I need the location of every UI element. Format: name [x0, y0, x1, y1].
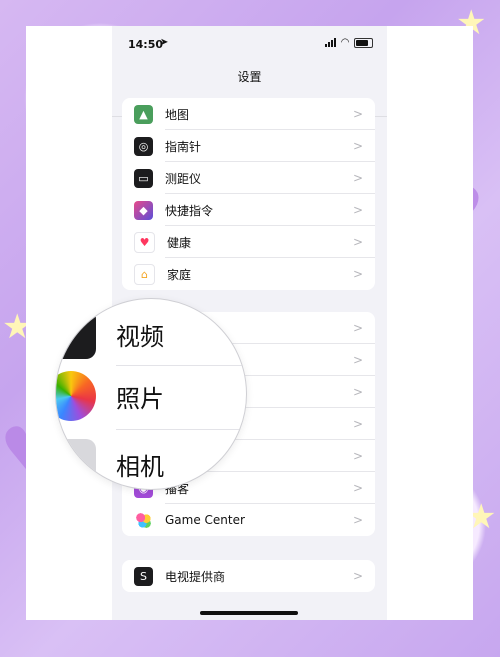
- health-icon: ♥: [134, 231, 155, 253]
- status-bar: 14:50 ➤ ◠: [112, 26, 387, 60]
- settings-row-game-center[interactable]: Game Center >: [122, 504, 375, 536]
- tv-app-icon: [56, 309, 96, 359]
- compass-icon: ◎: [134, 136, 153, 156]
- magnified-label: 视频: [116, 322, 164, 351]
- settings-group-apps: ▲ 地图 > ◎ 指南针 > ▭ 测距仪 > ◆ 快捷指令 > ♥ 健康 > ⌂…: [122, 98, 375, 290]
- maps-icon: ▲: [134, 104, 153, 124]
- tv-provider-icon: S: [134, 566, 153, 586]
- row-label: 测距仪: [165, 171, 202, 186]
- page-title: 设置: [237, 70, 262, 84]
- measure-icon: ▭: [134, 168, 153, 188]
- status-time: 14:50: [128, 38, 164, 51]
- settings-row-tv-provider[interactable]: S 电视提供商 >: [122, 560, 375, 592]
- settings-group-tv-provider: S 电视提供商 >: [122, 560, 375, 592]
- row-label: 家庭: [167, 267, 192, 282]
- chevron-right-icon: >: [352, 449, 363, 463]
- camera-icon: [56, 439, 96, 489]
- chevron-right-icon: >: [352, 321, 363, 335]
- row-label: 健康: [167, 235, 192, 250]
- chevron-right-icon: >: [352, 171, 363, 185]
- chevron-right-icon: >: [352, 385, 363, 399]
- chevron-right-icon: >: [352, 417, 363, 431]
- settings-row-measure[interactable]: ▭ 测距仪 >: [122, 162, 375, 194]
- settings-row-compass[interactable]: ◎ 指南针 >: [122, 130, 375, 162]
- game-center-icon: [134, 510, 153, 530]
- battery-icon: [354, 37, 373, 48]
- photos-icon: [56, 371, 96, 421]
- wifi-icon: ◠: [341, 37, 349, 48]
- chevron-right-icon: >: [352, 139, 363, 153]
- chevron-right-icon: >: [352, 353, 363, 367]
- row-label: 快捷指令: [165, 203, 214, 218]
- settings-row-health[interactable]: ♥ 健康 >: [122, 226, 375, 258]
- settings-row-shortcuts[interactable]: ◆ 快捷指令 >: [122, 194, 375, 226]
- shortcuts-icon: ◆: [134, 200, 153, 220]
- chevron-right-icon: >: [352, 481, 363, 495]
- row-label: Game Center: [165, 513, 245, 527]
- magnified-row-tv: 视频: [56, 309, 246, 359]
- settings-row-home[interactable]: ⌂ 家庭 >: [122, 258, 375, 290]
- home-indicator: [200, 611, 298, 615]
- settings-row-maps[interactable]: ▲ 地图 >: [122, 98, 375, 130]
- chevron-right-icon: >: [352, 569, 363, 583]
- chevron-right-icon: >: [352, 203, 363, 217]
- magnified-row-camera: 相机: [56, 439, 246, 489]
- chevron-right-icon: >: [352, 513, 363, 527]
- location-arrow-icon: ➤: [160, 37, 169, 48]
- row-label: 地图: [165, 107, 190, 122]
- chevron-right-icon: >: [352, 107, 363, 121]
- home-icon: ⌂: [134, 263, 155, 285]
- magnifier-loupe: 视频 照片 相机: [55, 298, 247, 490]
- chevron-right-icon: >: [352, 267, 363, 281]
- row-label: 指南针: [165, 139, 202, 154]
- magnified-label: 照片: [116, 384, 164, 413]
- signal-icon: [325, 38, 337, 47]
- magnified-row-photos: 照片: [56, 371, 246, 421]
- row-label: 电视提供商: [165, 569, 226, 584]
- chevron-right-icon: >: [352, 235, 363, 249]
- magnified-label: 相机: [116, 452, 164, 481]
